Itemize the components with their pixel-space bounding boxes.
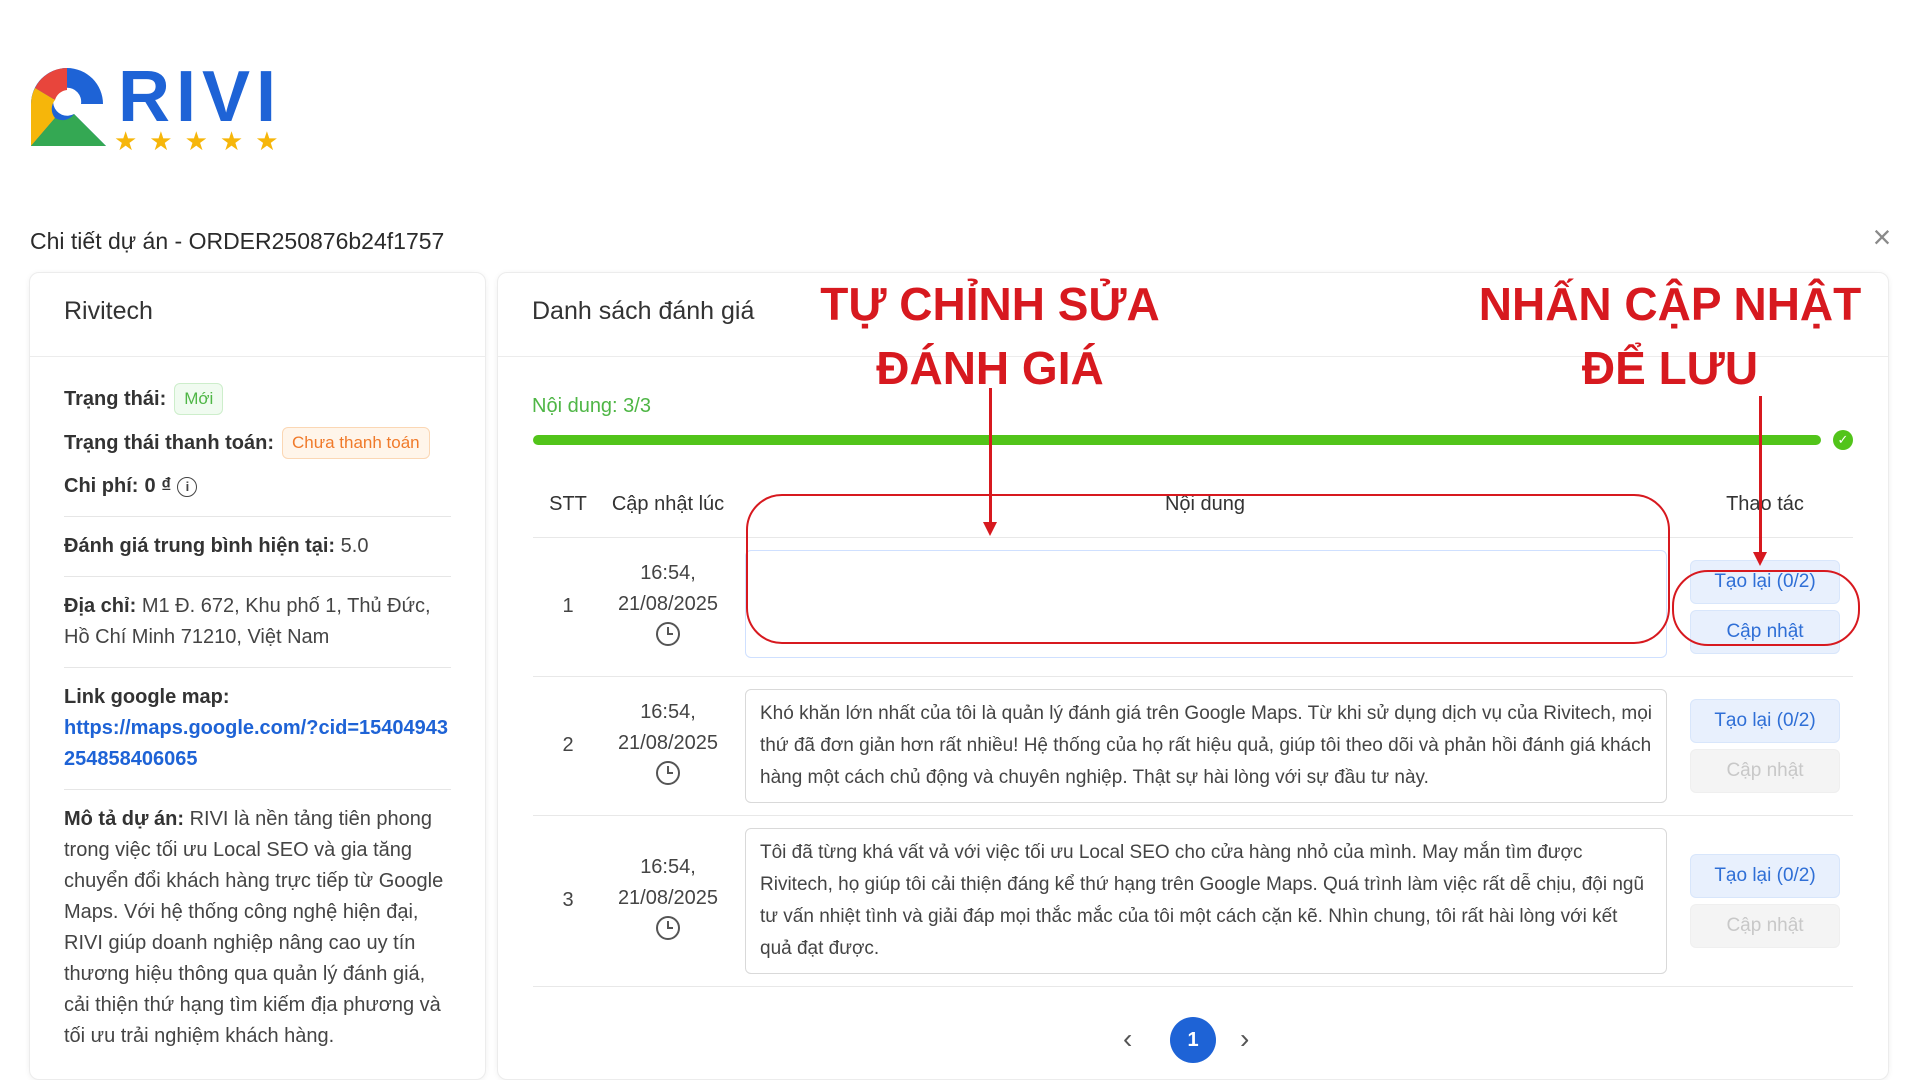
annotation-arrow-save (1759, 396, 1762, 554)
annotation-save-line1: NHẤN CẬP NHẬT (1478, 278, 1862, 330)
payment-badge: Chưa thanh toán (282, 427, 430, 459)
payment-label: Trạng thái thanh toán: (64, 431, 274, 454)
map-pin-logo-icon (31, 68, 106, 146)
divider (64, 516, 451, 517)
rivi-logo: RIVI ★★★★★ (22, 57, 292, 160)
annotation-save-line2: ĐỂ LƯU (1581, 342, 1759, 394)
cost-row: Chi phí: 0 ₫ i (64, 471, 451, 502)
row-content: Khó khăn lớn nhất của tôi là quản lý đán… (733, 676, 1677, 816)
table-row: 3 16:54, 21/08/2025 Tôi đã từng khá vất … (533, 815, 1853, 987)
divider (64, 667, 451, 668)
review-content-input[interactable]: Tôi đã từng khá vất vả với việc tối ưu L… (745, 827, 1667, 974)
status-label: Trạng thái: (64, 387, 167, 410)
rating-label: Đánh giá trung bình hiện tại: (64, 535, 336, 557)
description-row: Mô tả dự án: RIVI là nền tảng tiên phong… (64, 804, 451, 1052)
row-time-hour: 16:54, (640, 855, 696, 878)
project-info-card: Rivitech Trạng thái: Mới Trạng thái than… (29, 272, 486, 1080)
cost-value: 0 ₫ (144, 475, 172, 497)
highlight-ring-edit (746, 494, 1670, 644)
annotation-edit: TỰ CHỈNH SỬA ĐÁNH GIÁ (790, 272, 1190, 400)
annotation-edit-line1: TỰ CHỈNH SỬA (820, 278, 1160, 330)
annotation-save: NHẤN CẬP NHẬT ĐỂ LƯU (1460, 272, 1880, 400)
description-value: RIVI là nền tảng tiên phong trong việc t… (64, 808, 444, 1047)
column-header-time: Cập nhật lúc (603, 473, 733, 538)
row-time-hour: 16:54, (640, 561, 696, 584)
regenerate-button[interactable]: Tạo lại (0/2) (1690, 853, 1840, 898)
payment-row: Trạng thái thanh toán: Chưa thanh toán (64, 427, 451, 459)
pagination: ‹ 1 › (498, 1015, 1888, 1065)
row-content: Tôi đã từng khá vất vả với việc tối ưu L… (733, 815, 1677, 987)
arrow-head-save (1753, 552, 1767, 566)
row-time-date: 21/08/2025 (617, 592, 719, 615)
regenerate-button[interactable]: Tạo lại (0/2) (1690, 698, 1840, 743)
divider (64, 576, 451, 577)
row-actions: Tạo lại (0/2) Cập nhật (1677, 815, 1853, 987)
arrow-head-edit (983, 522, 997, 536)
address-row: Địa chỉ: M1 Đ. 672, Khu phố 1, Thủ Đức, … (64, 591, 451, 653)
clock-icon (656, 915, 680, 940)
map-row: Link google map: https://maps.google.com… (64, 682, 451, 775)
check-icon: ✓ (1833, 430, 1853, 450)
chevron-left-icon[interactable]: ‹ (1123, 1023, 1132, 1055)
chevron-right-icon[interactable]: › (1240, 1023, 1249, 1055)
clock-icon (656, 760, 680, 785)
google-map-link[interactable]: https://maps.google.com/?cid=15404943254… (64, 713, 451, 775)
progress-label: Nội dung: 3/3 (532, 395, 651, 417)
map-label: Link google map: (64, 686, 230, 708)
row-time-hour: 16:54, (640, 700, 696, 723)
rating-row: Đánh giá trung bình hiện tại: 5.0 (64, 531, 451, 562)
column-header-stt: STT (533, 473, 603, 538)
table-row: 2 16:54, 21/08/2025 Khó khăn lớn nhất củ… (533, 676, 1853, 816)
row-number: 2 (533, 676, 603, 816)
row-time: 16:54, 21/08/2025 (603, 815, 733, 987)
rating-value: 5.0 (340, 535, 369, 557)
modal-title: Chi tiết dự án - ORDER250876b24f1757 (30, 228, 445, 254)
status-row: Trạng thái: Mới (64, 383, 451, 415)
review-content-input[interactable]: Khó khăn lớn nhất của tôi là quản lý đán… (745, 688, 1667, 803)
page: RIVI ★★★★★ Chi tiết dự án - ORDER250876b… (0, 0, 1920, 1080)
row-time: 16:54, 21/08/2025 (603, 676, 733, 816)
annotation-arrow-edit (989, 388, 992, 524)
company-name: Rivitech (30, 273, 485, 357)
row-number: 1 (533, 537, 603, 677)
row-number: 3 (533, 815, 603, 987)
progress-bar (533, 435, 1821, 445)
update-button-disabled[interactable]: Cập nhật (1690, 903, 1840, 948)
row-time-date: 21/08/2025 (617, 731, 719, 754)
clock-icon (656, 621, 680, 646)
status-badge: Mới (174, 383, 224, 415)
page-button-current[interactable]: 1 (1170, 1017, 1216, 1063)
description-label: Mô tả dự án: (64, 808, 185, 830)
divider (64, 789, 451, 790)
row-time: 16:54, 21/08/2025 (603, 537, 733, 677)
update-button-disabled[interactable]: Cập nhật (1690, 748, 1840, 793)
cost-label: Chi phí: (64, 475, 139, 497)
address-label: Địa chỉ: (64, 595, 137, 617)
info-icon[interactable]: i (177, 476, 198, 497)
highlight-ring-update (1672, 570, 1860, 646)
column-header-actions: Thao tác (1677, 473, 1853, 538)
row-time-date: 21/08/2025 (617, 886, 719, 909)
row-actions: Tạo lại (0/2) Cập nhật (1677, 676, 1853, 816)
brand-stars: ★★★★★ (114, 126, 291, 156)
close-icon[interactable]: × (1868, 221, 1896, 253)
